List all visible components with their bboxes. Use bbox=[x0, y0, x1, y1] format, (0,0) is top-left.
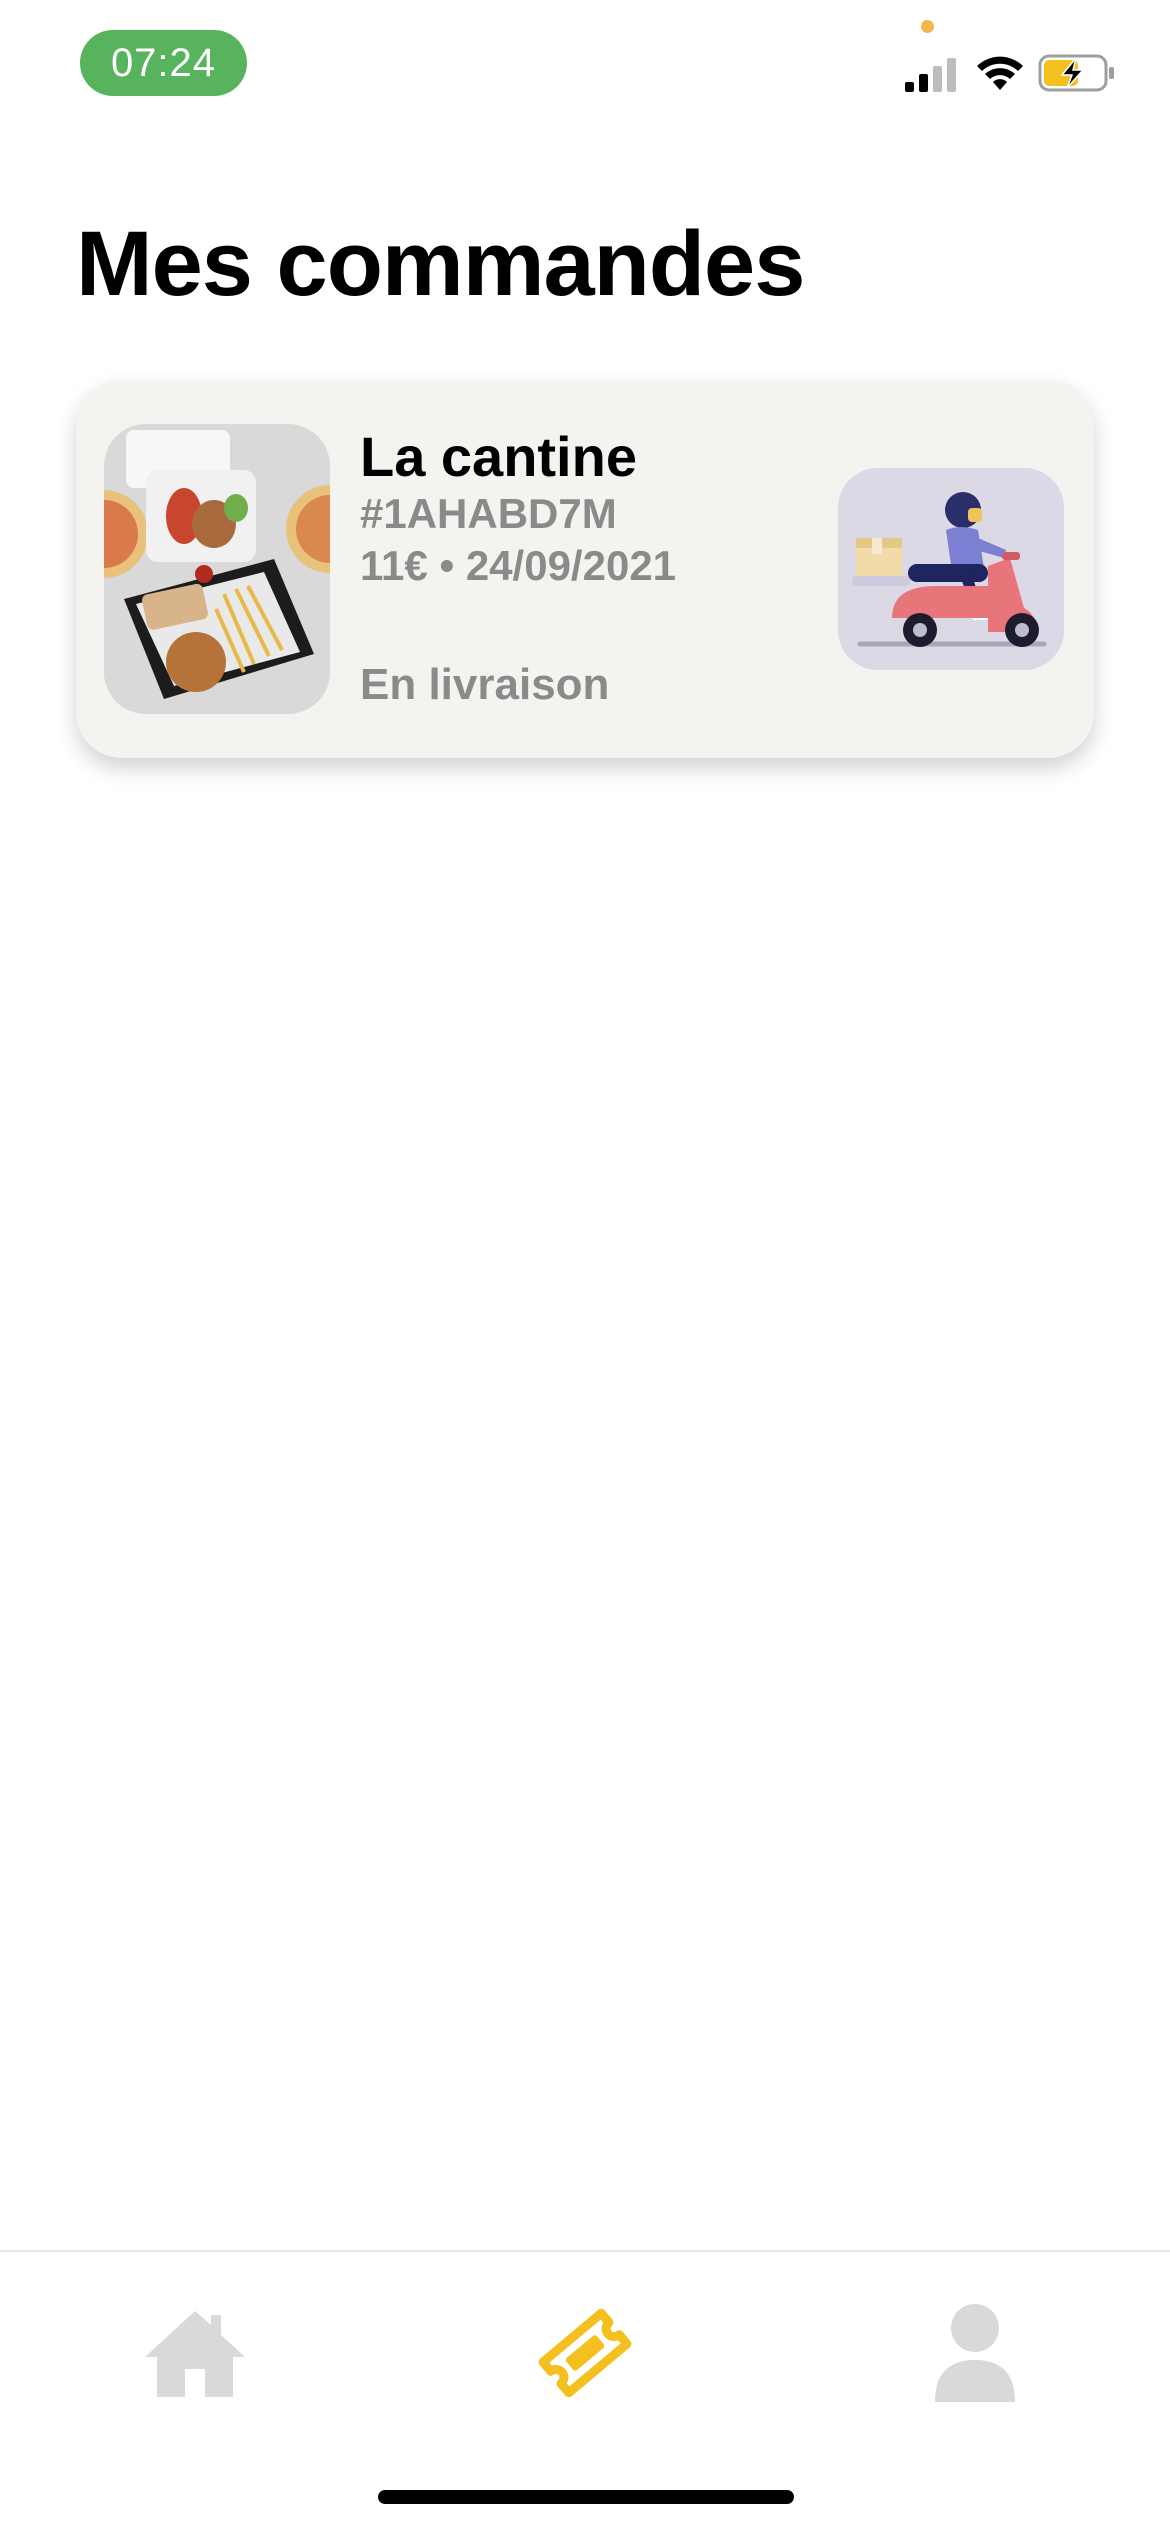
tab-home[interactable] bbox=[130, 2288, 260, 2418]
home-icon bbox=[145, 2311, 245, 2397]
home-indicator[interactable] bbox=[378, 2490, 794, 2504]
order-amount: 11€ bbox=[360, 542, 428, 589]
order-date: 24/09/2021 bbox=[465, 542, 677, 589]
restaurant-food-image bbox=[104, 424, 330, 714]
order-status: En livraison bbox=[360, 660, 610, 709]
tab-orders[interactable] bbox=[520, 2288, 650, 2418]
status-time: 07:24 bbox=[80, 30, 247, 96]
wifi-icon bbox=[977, 56, 1023, 90]
tab-profile[interactable] bbox=[910, 2288, 1040, 2418]
restaurant-name: La cantine bbox=[360, 425, 637, 488]
order-id: #1AHABD7M bbox=[360, 490, 617, 537]
order-card[interactable]: La cantine #1AHABD7M 11€ • 24/09/2021 En… bbox=[76, 380, 1094, 758]
battery-charging-icon bbox=[1038, 54, 1114, 92]
delivery-scooter-illustration bbox=[838, 468, 1064, 670]
signal-icon bbox=[905, 58, 956, 92]
privacy-indicator-dot bbox=[921, 20, 934, 33]
page-title: Mes commandes bbox=[76, 213, 805, 315]
order-meta: 11€ • 24/09/2021 bbox=[360, 542, 676, 590]
order-meta-separator: • bbox=[439, 542, 455, 589]
profile-icon bbox=[935, 2304, 1015, 2402]
status-bar: 07:24 bbox=[0, 0, 1170, 110]
orders-screen: 07:24 Mes commandes La cantine #1AHABD7M… bbox=[0, 0, 1170, 2532]
ticket-icon bbox=[538, 2308, 632, 2398]
